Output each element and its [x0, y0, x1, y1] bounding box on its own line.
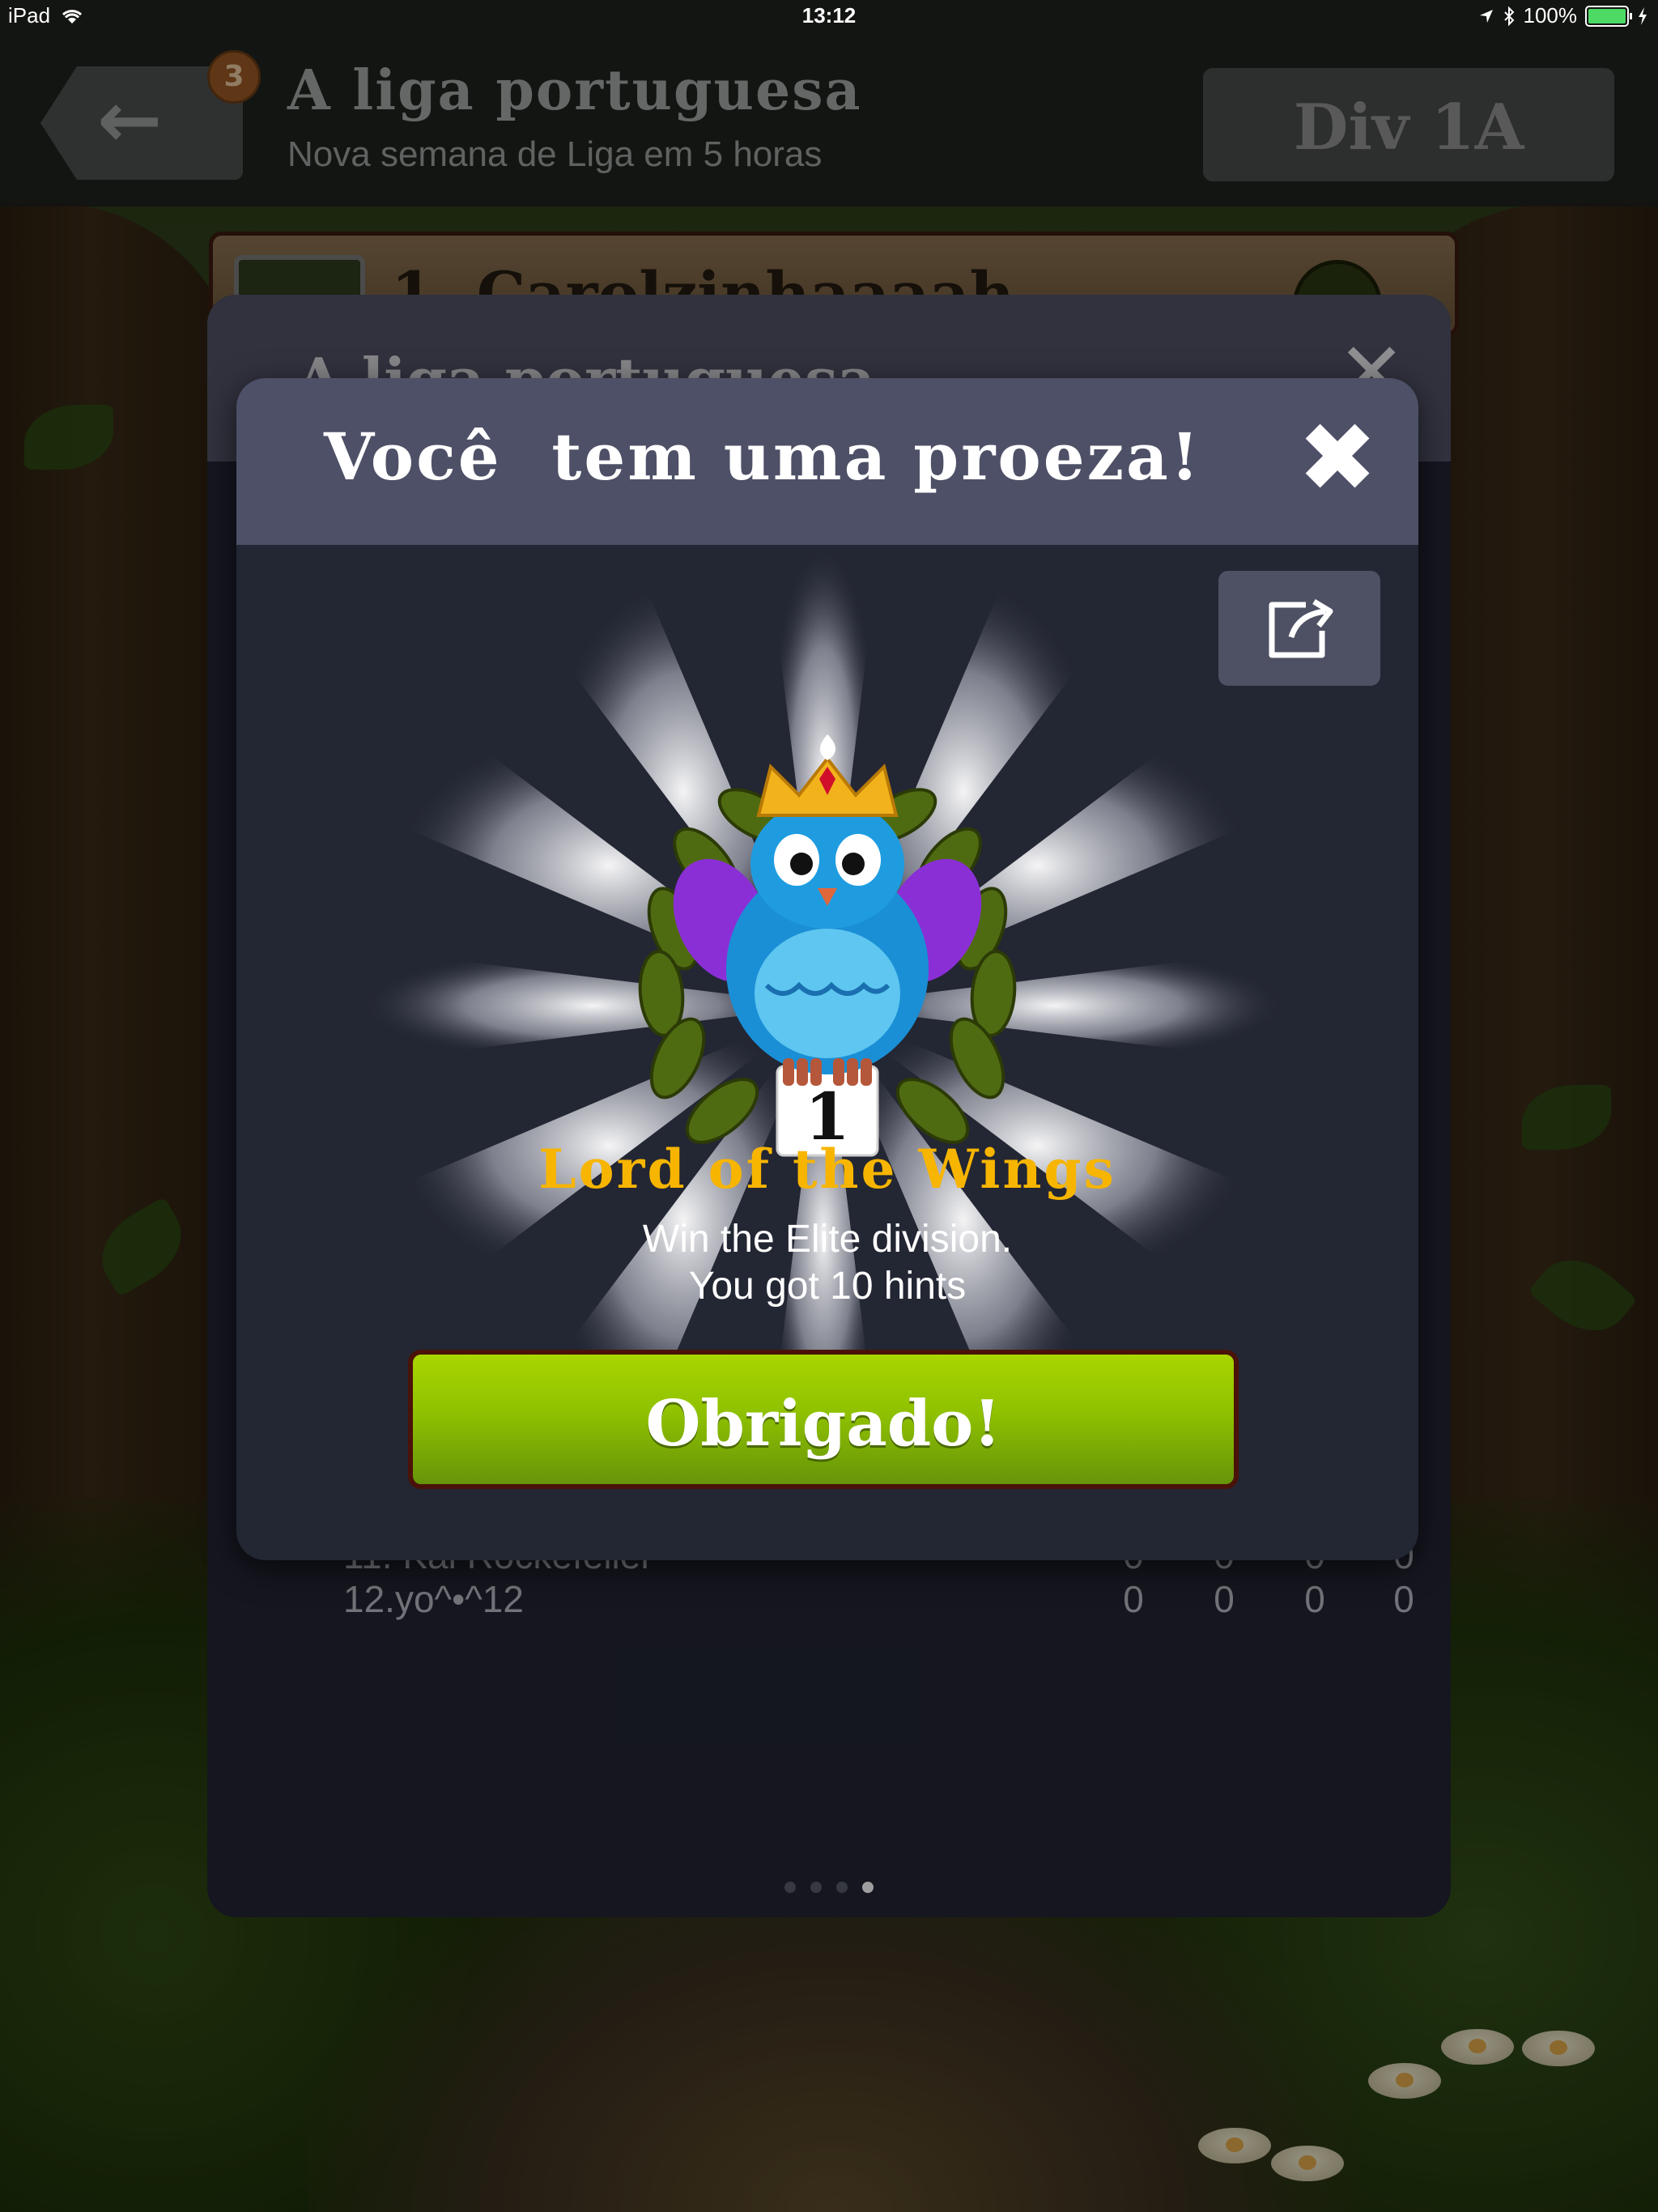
achievement-modal: Você tem uma proeza! ✖ 1 Lord of the Win…: [236, 378, 1418, 1560]
thanks-button[interactable]: Obrigado!: [408, 1350, 1239, 1489]
owl-badge-icon: 1: [638, 734, 1017, 1157]
charging-icon: [1639, 6, 1647, 25]
modal-header: Você tem uma proeza! ✖: [236, 378, 1418, 545]
achievement-name: Lord of the Wings: [538, 1138, 1116, 1201]
location-icon: [1479, 9, 1493, 23]
close-icon[interactable]: ✖: [1297, 410, 1378, 505]
status-bar: iPad 13:12 100%: [0, 0, 1658, 32]
bluetooth-icon: [1503, 6, 1514, 26]
achievement-reward: You got 10 hints: [688, 1265, 967, 1308]
achievement-description: Win the Elite division.: [642, 1218, 1013, 1261]
share-icon: [1269, 598, 1333, 658]
battery-icon: [1585, 5, 1632, 27]
share-button[interactable]: [1218, 571, 1380, 686]
battery-percent: 100%: [1523, 3, 1578, 28]
thanks-button-label: Obrigado!: [645, 1387, 1001, 1461]
clock: 13:12: [801, 3, 857, 28]
modal-title: Você tem uma proeza!: [324, 419, 1201, 495]
